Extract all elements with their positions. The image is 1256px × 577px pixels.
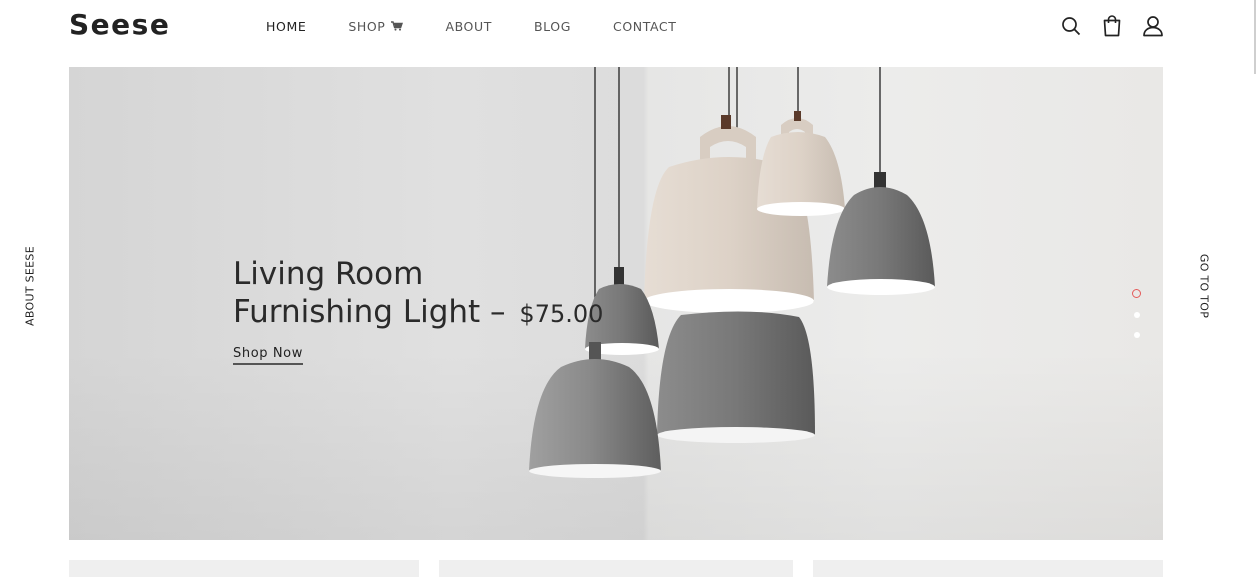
shopping-bag-icon[interactable] [1101, 13, 1123, 39]
hero-slider: Living Room Furnishing Light – $75.00 Sh… [69, 67, 1163, 540]
nav-item-about[interactable]: ABOUT [445, 19, 492, 34]
hero-price: $75.00 [519, 300, 604, 328]
header-actions [1060, 13, 1164, 39]
search-icon[interactable] [1060, 13, 1082, 39]
go-to-top-link[interactable]: GO TO TOP [1198, 254, 1211, 318]
nav-contact-label: CONTACT [613, 19, 677, 34]
main-nav: HOME SHOP ABOUT BLOG CONTACT [266, 19, 719, 34]
nav-item-shop[interactable]: SHOP [348, 19, 404, 34]
shopping-cart-icon [391, 19, 404, 34]
slider-dot-3[interactable] [1133, 332, 1140, 338]
slider-dot-1[interactable] [1132, 289, 1141, 298]
nav-about-label: ABOUT [445, 19, 492, 34]
slider-pagination [1132, 289, 1141, 338]
hero-title-line1: Living Room [233, 256, 424, 292]
hero-title-line2: Furnishing Light – [233, 294, 506, 330]
nav-blog-label: BLOG [533, 19, 572, 34]
hero-title: Living Room Furnishing Light – $75.00 [233, 255, 603, 333]
nav-item-home[interactable]: HOME [266, 19, 306, 34]
shop-now-link[interactable]: Shop Now [233, 346, 303, 365]
user-icon[interactable] [1142, 13, 1164, 39]
category-card-3[interactable] [813, 560, 1163, 577]
nav-item-contact[interactable]: CONTACT [613, 19, 676, 34]
category-card-1[interactable] [69, 560, 419, 577]
nav-home-label: HOME [266, 19, 307, 34]
site-logo[interactable]: Seese [69, 8, 170, 41]
slider-dot-2[interactable] [1133, 312, 1140, 318]
nav-item-blog[interactable]: BLOG [534, 19, 571, 34]
nav-shop-label: SHOP [348, 19, 386, 34]
about-seese-link[interactable]: ABOUT SEESE [24, 246, 37, 326]
category-card-2[interactable] [439, 560, 793, 577]
